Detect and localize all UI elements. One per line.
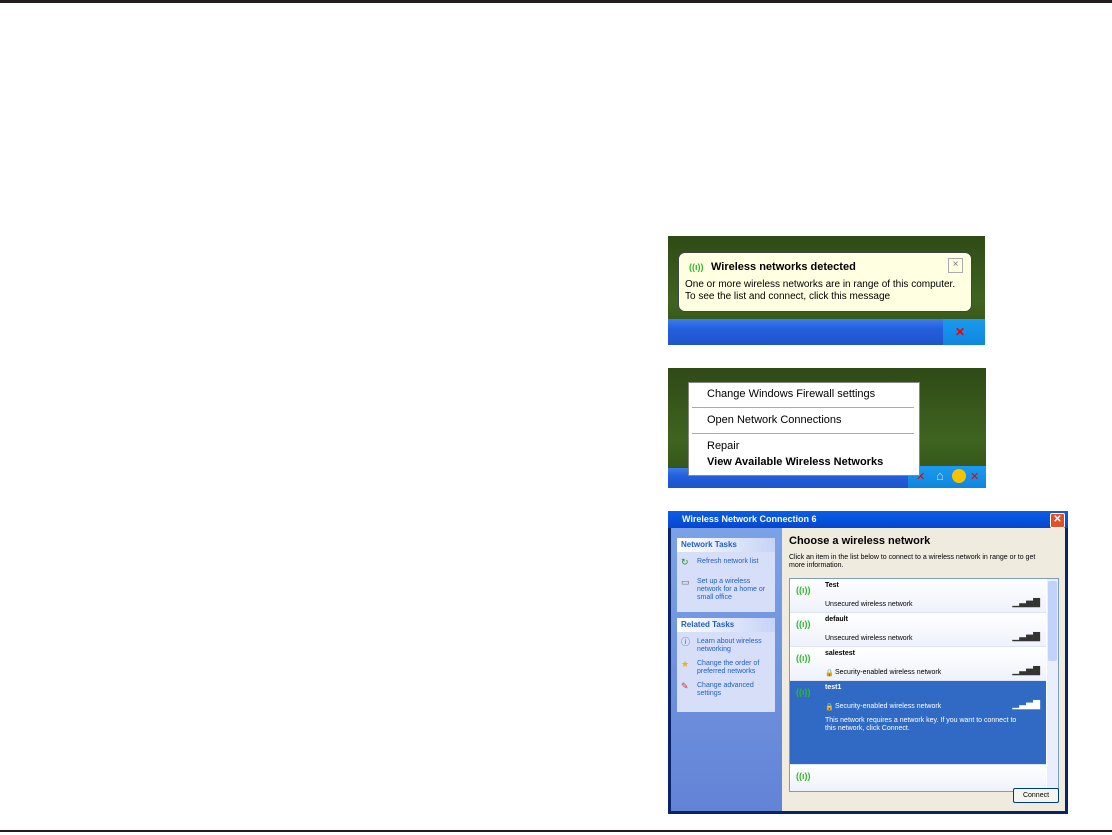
setup-icon: ▭ xyxy=(681,577,690,587)
balloon-line-2: To see the list and connect, click this … xyxy=(685,291,891,302)
scrollbar[interactable] xyxy=(1047,579,1058,791)
antenna-icon: ((ı)) xyxy=(796,619,811,629)
network-row[interactable]: ((ı)) salestest 🔒 Security-enabled wireless… xyxy=(790,647,1046,681)
main-pane: Choose a wireless network Click an item … xyxy=(782,528,1065,811)
home-icon[interactable]: ⌂ xyxy=(936,468,944,483)
top-rule xyxy=(0,0,1112,3)
settings-icon: ✎ xyxy=(681,681,689,691)
related-tasks-header: Related Tasks xyxy=(677,618,775,632)
taskbar xyxy=(668,319,985,345)
task-change-order[interactable]: ★ Change the order of preferred networks xyxy=(679,660,775,676)
info-icon: ⓘ xyxy=(681,637,691,647)
antenna-icon: ((ı)) xyxy=(796,771,811,781)
balloon-title: Wireless networks detected xyxy=(711,261,856,273)
system-tray: ✕ xyxy=(943,319,985,345)
star-icon: ★ xyxy=(681,659,690,669)
menu-item-repair[interactable]: Repair xyxy=(707,440,739,452)
wireless-disconnected-icon[interactable]: ✕ xyxy=(955,325,965,339)
network-row[interactable]: ((ı)) default Unsecured wireless network ▁▃… xyxy=(790,613,1046,647)
lock-icon: 🔒 xyxy=(825,704,834,711)
signal-strength-icon: ▁▃▅▇ xyxy=(1012,665,1040,675)
bottom-rule xyxy=(0,830,1112,832)
antenna-icon: ((ı)) xyxy=(796,653,811,663)
signal-strength-icon: ▁▃▅▇ xyxy=(1012,631,1040,641)
wireless-network-dialog: Wireless Network Connection 6 ✕ Network T… xyxy=(668,511,1068,814)
close-button[interactable]: ✕ xyxy=(1050,513,1065,528)
lock-icon: 🔒 xyxy=(825,670,834,677)
title-bar: Wireless Network Connection 6 ✕ xyxy=(668,511,1068,528)
signal-strength-icon: ▁▃▅▇ xyxy=(1012,699,1040,709)
description: Click an item in the list below to conne… xyxy=(789,554,1036,569)
balloon-line-1: One or more wireless networks are in ran… xyxy=(685,279,956,290)
window-title: Wireless Network Connection 6 xyxy=(682,514,817,524)
context-menu: Change Windows Firewall settings Open Ne… xyxy=(688,382,920,476)
menu-item-firewall[interactable]: Change Windows Firewall settings xyxy=(707,388,875,400)
network-row[interactable]: ((ı)) xyxy=(790,765,1046,791)
task-learn[interactable]: ⓘ Learn about wireless networking xyxy=(679,638,775,654)
task-pane: Network Tasks ↻ Refresh network list ▭ Set… xyxy=(671,528,782,811)
wireless-icon: ((ı)) xyxy=(689,262,704,272)
network-row[interactable]: ((ı)) Test Unsecured wireless network ▁▃▅▇ xyxy=(790,579,1046,613)
task-advanced[interactable]: ✎ Change advanced settings xyxy=(679,682,775,698)
connect-button[interactable]: Connect xyxy=(1013,788,1059,803)
balloon-screenshot: ✕ ((ı)) Wireless networks detected × One… xyxy=(668,236,985,345)
signal-strength-icon: ▁▃▅▇ xyxy=(1012,597,1040,607)
network-tasks-header: Network Tasks xyxy=(677,538,775,552)
task-setup-network[interactable]: ▭ Set up a wireless network for a home or… xyxy=(679,578,775,602)
menu-item-network-connections[interactable]: Open Network Connections xyxy=(707,414,842,426)
network-list: ((ı)) Test Unsecured wireless network ▁▃▅▇ … xyxy=(789,578,1059,792)
task-refresh[interactable]: ↻ Refresh network list xyxy=(679,557,775,567)
notification-balloon[interactable]: ((ı)) Wireless networks detected × One o… xyxy=(678,252,972,312)
network-detail: This network requires a network key. If … xyxy=(825,717,1017,732)
menu-item-view-wireless[interactable]: View Available Wireless Networks xyxy=(707,456,883,468)
network-row-selected[interactable]: ((ı)) test1 🔒 Security-enabled wireless net… xyxy=(790,681,1046,765)
network-icon[interactable]: ✕ xyxy=(970,470,979,483)
network-tasks-panel: Network Tasks ↻ Refresh network list ▭ Set… xyxy=(677,538,775,612)
antenna-icon: ((ı)) xyxy=(796,585,811,595)
related-tasks-panel: Related Tasks ⓘ Learn about wireless netw… xyxy=(677,618,775,712)
page-heading: Choose a wireless network xyxy=(789,535,931,547)
antenna-icon: ((ı)) xyxy=(796,687,811,697)
refresh-icon: ↻ xyxy=(681,557,689,567)
close-icon[interactable]: × xyxy=(948,258,963,273)
security-center-icon[interactable] xyxy=(952,469,966,483)
context-menu-screenshot: ✕ ⌂ ✕ Change Windows Firewall settings O… xyxy=(668,368,986,488)
